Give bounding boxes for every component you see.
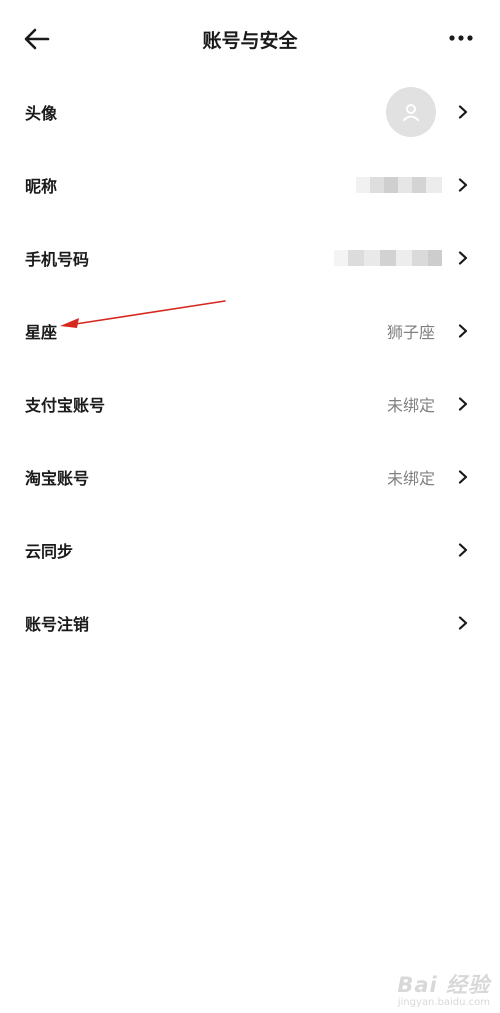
- row-phone[interactable]: 手机号码: [0, 221, 500, 294]
- row-cloud-sync[interactable]: 云同步: [0, 513, 500, 586]
- top-bar: 账号与安全: [0, 0, 500, 76]
- chevron-right-icon: [458, 542, 468, 557]
- watermark-main: Bai 经验: [397, 973, 490, 997]
- chevron-right-icon: [458, 615, 468, 630]
- row-value: 未绑定: [386, 395, 435, 415]
- row-value: 未绑定: [386, 468, 435, 488]
- chevron-right-icon: [458, 177, 468, 192]
- row-taobao[interactable]: 淘宝账号 未绑定: [0, 440, 500, 513]
- row-value: 狮子座: [386, 322, 435, 342]
- more-dots-icon: [449, 35, 473, 41]
- row-label: 昵称: [25, 176, 58, 196]
- user-icon: [403, 103, 419, 121]
- settings-list: 头像 昵称 手机号码 星座 狮子座 支付宝账号 未绑定 淘宝账号 未绑定 云同步…: [0, 75, 500, 659]
- row-label: 账号注销: [25, 614, 90, 634]
- row-account-cancel[interactable]: 账号注销: [0, 586, 500, 659]
- row-avatar[interactable]: 头像: [0, 75, 500, 148]
- row-label: 手机号码: [25, 249, 90, 269]
- row-label: 云同步: [25, 541, 74, 561]
- chevron-right-icon: [458, 396, 468, 411]
- row-constellation[interactable]: 星座 狮子座: [0, 294, 500, 367]
- more-button[interactable]: [448, 28, 474, 48]
- row-nickname[interactable]: 昵称: [0, 148, 500, 221]
- page-title: 账号与安全: [202, 30, 298, 52]
- row-label: 支付宝账号: [25, 395, 106, 415]
- chevron-right-icon: [458, 469, 468, 484]
- nickname-value-blurred: [356, 176, 442, 193]
- chevron-right-icon: [458, 104, 468, 119]
- phone-value-blurred: [334, 249, 442, 266]
- row-label: 头像: [25, 103, 58, 123]
- row-label: 淘宝账号: [25, 468, 90, 488]
- avatar[interactable]: [386, 86, 436, 137]
- chevron-right-icon: [458, 323, 468, 338]
- chevron-right-icon: [458, 250, 468, 265]
- row-alipay[interactable]: 支付宝账号 未绑定: [0, 367, 500, 440]
- row-label: 星座: [25, 322, 58, 342]
- watermark: Bai 经验 jingyan.baidu.com: [397, 969, 490, 1008]
- watermark-sub: jingyan.baidu.com: [397, 997, 490, 1008]
